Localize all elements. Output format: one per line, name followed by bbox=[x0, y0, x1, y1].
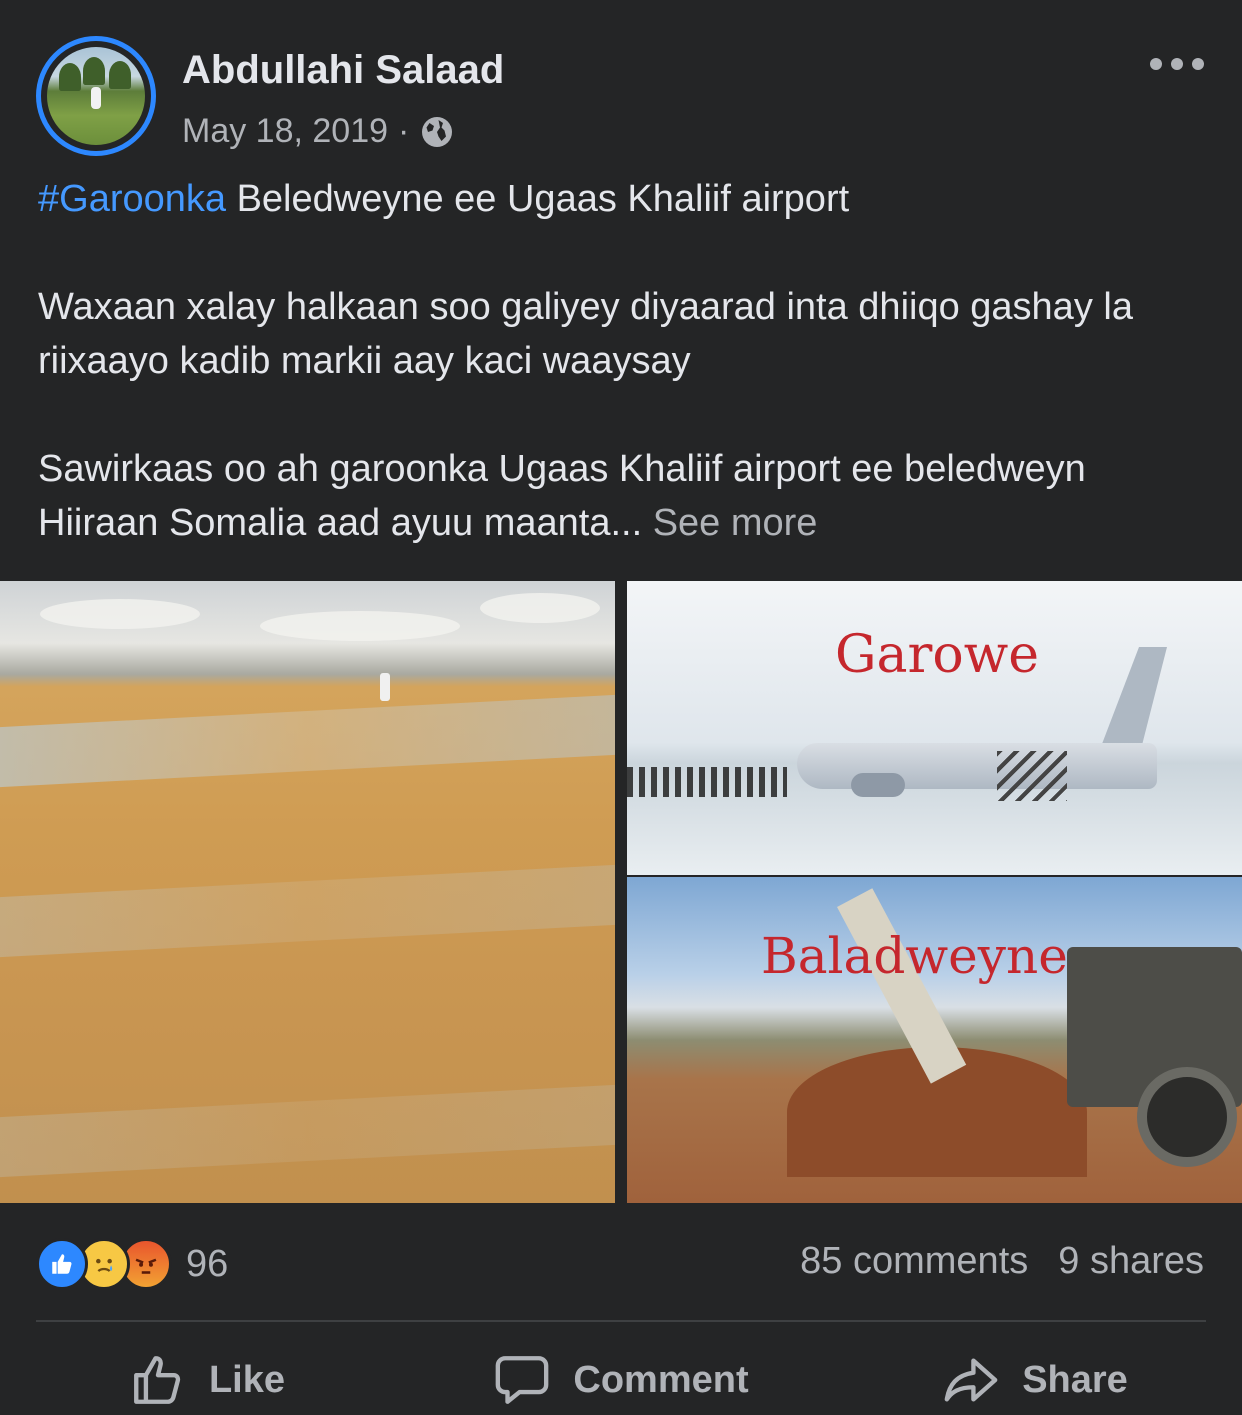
divider bbox=[36, 1320, 1206, 1322]
photo-runway[interactable] bbox=[0, 581, 615, 1203]
author-name[interactable]: Abdullahi Salaad bbox=[182, 48, 504, 93]
meta-separator: · bbox=[398, 112, 410, 150]
like-button[interactable]: Like bbox=[0, 1340, 414, 1415]
post-text-paragraph-3: Sawirkaas oo ah garoonka Ugaas Khaliif a… bbox=[38, 442, 1208, 550]
comment-label: Comment bbox=[573, 1358, 749, 1401]
comments-count[interactable]: 85 comments bbox=[800, 1240, 1028, 1283]
post-text-line1: Beledweyne ee Ugaas Khaliif airport bbox=[226, 178, 850, 220]
photo-grid: Garowe Baladweyne bbox=[0, 581, 1242, 1203]
photo-baladweyne-excavator[interactable]: Baladweyne bbox=[627, 877, 1242, 1203]
photo-garowe-airport[interactable]: Garowe bbox=[627, 581, 1242, 875]
thumbs-up-icon bbox=[134, 1356, 181, 1404]
post-text-truncated: Sawirkaas oo ah garoonka Ugaas Khaliif a… bbox=[38, 448, 1086, 544]
post-date[interactable]: May 18, 2019 bbox=[182, 112, 388, 151]
post-text-paragraph-1: #Garoonka Beledweyne ee Ugaas Khaliif ai… bbox=[38, 172, 1208, 226]
action-bar: Like Comment Share bbox=[0, 1340, 1242, 1415]
hashtag-link[interactable]: #Garoonka bbox=[38, 178, 226, 220]
post-text: #Garoonka Beledweyne ee Ugaas Khaliif ai… bbox=[38, 172, 1208, 550]
more-options-icon[interactable] bbox=[1150, 54, 1204, 74]
share-button[interactable]: Share bbox=[828, 1340, 1242, 1415]
photo-caption-garowe: Garowe bbox=[835, 625, 1039, 685]
reaction-count: 96 bbox=[186, 1242, 229, 1285]
share-arrow-icon bbox=[944, 1358, 998, 1402]
comment-bubble-icon bbox=[496, 1356, 549, 1404]
like-reaction-icon bbox=[36, 1238, 88, 1290]
photo-caption-baladweyne: Baladweyne bbox=[761, 927, 1068, 985]
globe-icon bbox=[422, 116, 453, 147]
share-label: Share bbox=[1022, 1358, 1128, 1401]
like-label: Like bbox=[208, 1358, 286, 1401]
avatar[interactable] bbox=[36, 36, 156, 156]
facebook-post: Abdullahi Salaad May 18, 2019 · #Garoonk… bbox=[0, 0, 1242, 1415]
comment-button[interactable]: Comment bbox=[414, 1340, 828, 1415]
shares-count[interactable]: 9 shares bbox=[1058, 1240, 1204, 1283]
avatar-photo bbox=[47, 47, 145, 145]
see-more-link[interactable]: See more bbox=[653, 502, 818, 544]
reaction-summary[interactable]: 96 bbox=[36, 1238, 228, 1290]
post-meta: May 18, 2019 · bbox=[182, 112, 455, 151]
post-text-paragraph-2: Waxaan xalay halkaan soo galiyey diyaara… bbox=[38, 286, 1133, 382]
post-stats: 85 comments 9 shares bbox=[800, 1240, 1204, 1283]
